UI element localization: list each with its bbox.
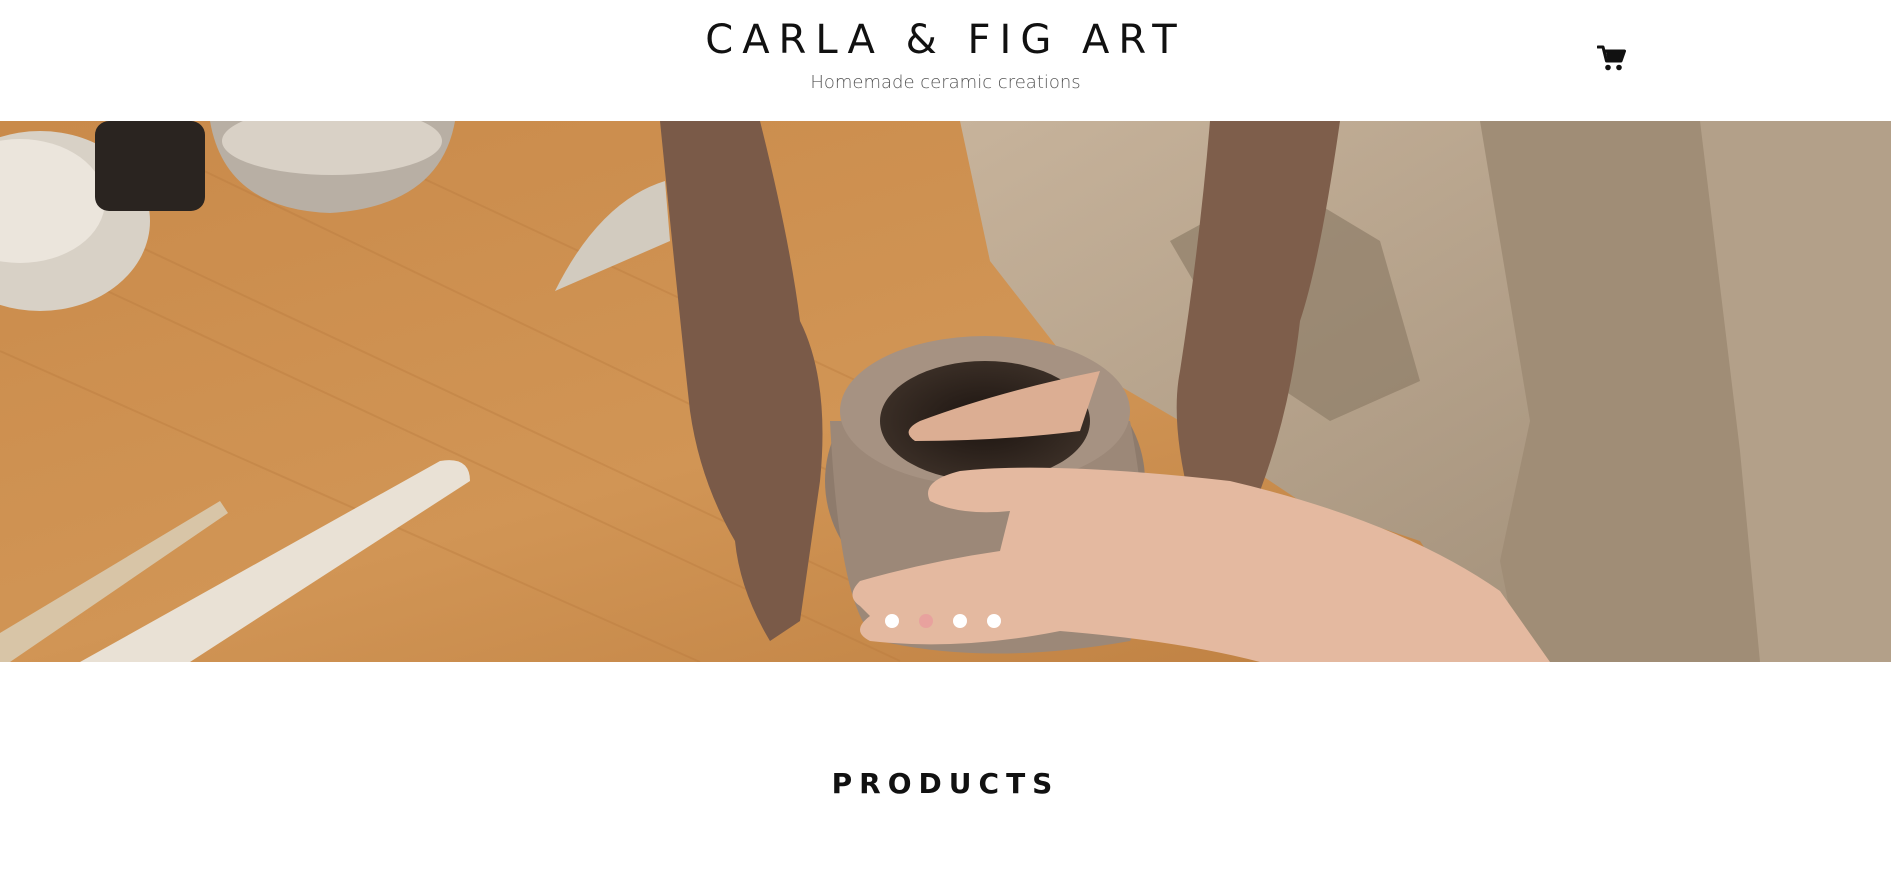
site-tagline: Homemade ceramic creations [810, 72, 1081, 93]
cart-button[interactable] [1596, 44, 1627, 72]
hero-banner [0, 121, 1891, 662]
hero-image [0, 121, 1891, 662]
shopping-cart-icon [1596, 45, 1626, 71]
carousel-dot-3[interactable] [953, 614, 967, 628]
carousel-dots [885, 614, 1001, 628]
carousel-dot-2[interactable] [919, 614, 933, 628]
site-header: CARLA & FIG ART Homemade ceramic creatio… [0, 0, 1891, 121]
carousel-dot-4[interactable] [987, 614, 1001, 628]
carousel-dot-1[interactable] [885, 614, 899, 628]
products-heading: PRODUCTS [831, 767, 1060, 800]
